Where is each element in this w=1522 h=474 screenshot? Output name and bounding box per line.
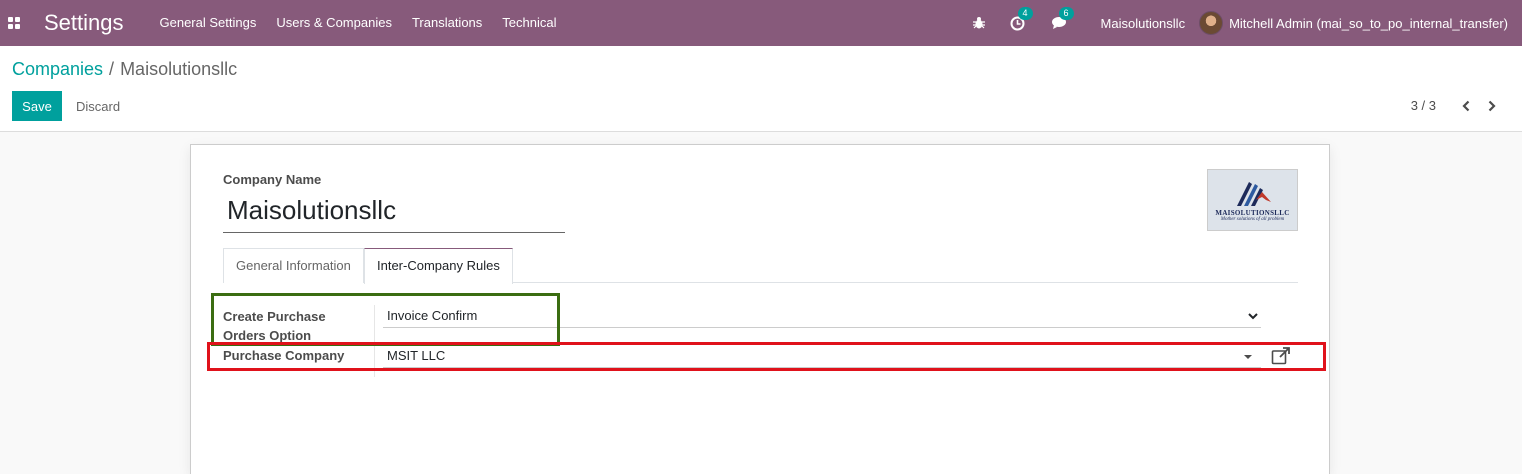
activity-clock-icon[interactable]: 4 — [1010, 6, 1033, 31]
chevron-left-icon[interactable] — [1456, 97, 1476, 115]
chevron-right-icon[interactable] — [1482, 97, 1502, 115]
highlight-box-green — [211, 293, 560, 346]
top-navbar: Settings General Settings Users & Compan… — [0, 0, 1522, 46]
breadcrumb-current: Maisolutionsllc — [120, 59, 238, 79]
save-button[interactable]: Save — [12, 91, 62, 121]
menu-users-companies[interactable]: Users & Companies — [266, 0, 402, 46]
avatar — [1199, 11, 1224, 35]
user-name: Mitchell Admin (mai_so_to_po_internal_tr… — [1229, 15, 1508, 31]
logo-tagline: Mother solutions of all problem — [1220, 217, 1285, 222]
breadcrumb: Companies / Maisolutionsllc — [12, 59, 237, 80]
logo-mark-icon — [1236, 182, 1271, 206]
highlight-box-red — [207, 342, 1326, 371]
debug-bug-icon[interactable] — [972, 16, 986, 30]
message-count-badge: 6 — [1058, 7, 1074, 20]
tab-general-information[interactable]: General Information — [223, 248, 364, 283]
company-name-label: Company Name — [223, 172, 322, 187]
company-logo[interactable]: MAISOLUTIONSLLC Mother solutions of all … — [1207, 169, 1298, 231]
menu-general-settings[interactable]: General Settings — [150, 0, 267, 46]
company-switcher[interactable]: Maisolutionsllc — [1101, 16, 1186, 31]
logo-name: MAISOLUTIONSLLC — [1215, 209, 1290, 217]
apps-menu-icon[interactable] — [2, 0, 26, 46]
pager-value[interactable]: 3 / 3 — [1411, 98, 1436, 113]
app-title[interactable]: Settings — [44, 10, 124, 36]
breadcrumb-separator: / — [109, 59, 115, 79]
breadcrumb-companies-link[interactable]: Companies — [12, 59, 103, 79]
company-name-input[interactable]: Maisolutionsllc — [223, 191, 565, 233]
activity-count-badge: 4 — [1017, 6, 1033, 20]
menu-translations[interactable]: Translations — [402, 0, 492, 46]
control-panel: Companies / Maisolutionsllc Save Discard 3… — [0, 46, 1522, 132]
form-tabs: General Information Inter-Company Rules — [223, 248, 1298, 284]
discard-button[interactable]: Discard — [68, 91, 128, 121]
tab-inter-company-rules[interactable]: Inter-Company Rules — [364, 248, 513, 284]
user-menu[interactable]: Mitchell Admin (mai_so_to_po_internal_tr… — [1199, 11, 1508, 35]
menu-technical[interactable]: Technical — [492, 0, 566, 46]
chevron-down-icon[interactable] — [1248, 312, 1258, 320]
messages-chat-icon[interactable]: 6 — [1051, 7, 1074, 30]
